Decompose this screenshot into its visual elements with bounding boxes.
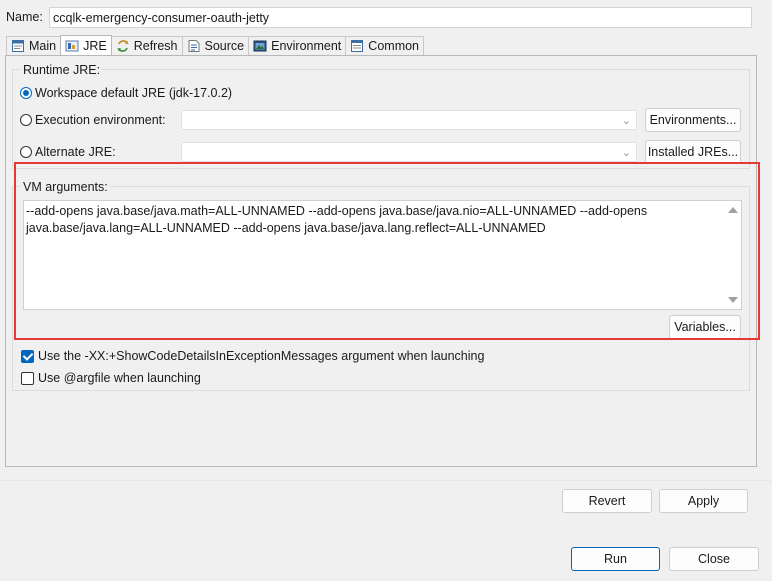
launch-configuration-dialog: Name: ccqlk-emergency-consumer-oauth-jet…: [0, 0, 772, 581]
vm-arguments-text: --add-opens java.base/java.math=ALL-UNNA…: [26, 204, 648, 235]
chevron-down-icon: ⌄: [621, 115, 631, 127]
execution-environment-label: Execution environment:: [35, 113, 166, 127]
jre-tab-icon: [65, 39, 79, 53]
alternate-jre-radio[interactable]: [20, 146, 32, 158]
main-tab-icon: [11, 39, 25, 53]
apply-button[interactable]: Apply: [659, 489, 748, 513]
execution-environment-radio[interactable]: [20, 114, 32, 126]
tab-refresh-label: Refresh: [133, 39, 178, 53]
argfile-checkbox[interactable]: [21, 371, 34, 385]
jre-tab-panel: Runtime JRE: Workspace default JRE (jdk-…: [5, 55, 757, 467]
variables-button[interactable]: Variables...: [669, 315, 741, 339]
alternate-jre-label: Alternate JRE:: [35, 145, 116, 159]
execution-environment-combo[interactable]: ⌄: [181, 110, 637, 130]
close-button[interactable]: Close: [669, 547, 759, 571]
alternate-jre-combo[interactable]: ⌄: [181, 142, 637, 162]
common-tab-icon: [350, 39, 364, 53]
tab-common-label: Common: [368, 39, 420, 53]
environment-tab-icon: [253, 39, 267, 53]
tab-common[interactable]: Common: [345, 36, 425, 55]
tab-jre[interactable]: JRE: [60, 35, 112, 55]
tab-main-label: Main: [29, 39, 57, 53]
name-input[interactable]: ccqlk-emergency-consumer-oauth-jetty: [49, 7, 752, 28]
execution-environment-option[interactable]: Execution environment:: [20, 113, 166, 127]
workspace-default-radio[interactable]: [20, 87, 32, 99]
runtime-jre-title: Runtime JRE:: [21, 63, 103, 77]
vm-arguments-scrollbar[interactable]: [725, 201, 741, 309]
tab-refresh[interactable]: Refresh: [110, 36, 183, 55]
tab-jre-label: JRE: [83, 38, 107, 53]
scroll-up-icon[interactable]: [728, 207, 738, 213]
vm-arguments-title: VM arguments:: [21, 180, 110, 194]
workspace-default-option[interactable]: Workspace default JRE (jdk-17.0.2): [20, 86, 232, 100]
show-code-details-checkbox[interactable]: [21, 349, 34, 363]
vm-arguments-textarea[interactable]: --add-opens java.base/java.math=ALL-UNNA…: [23, 200, 742, 310]
argfile-label: Use @argfile when launching: [38, 371, 201, 385]
chevron-down-icon: ⌄: [621, 147, 631, 159]
tab-main[interactable]: Main: [6, 36, 62, 55]
argfile-option[interactable]: Use @argfile when launching: [21, 371, 201, 385]
runtime-jre-group: Runtime JRE: Workspace default JRE (jdk-…: [12, 63, 750, 169]
footer-divider: [0, 480, 772, 481]
tab-source-label: Source: [204, 39, 245, 53]
show-code-details-option[interactable]: Use the -XX:+ShowCodeDetailsInExceptionM…: [21, 349, 484, 363]
tab-environment-label: Environment: [271, 39, 342, 53]
tab-environment[interactable]: Environment: [248, 36, 347, 55]
workspace-default-label: Workspace default JRE (jdk-17.0.2): [35, 86, 233, 100]
source-tab-icon: [187, 39, 201, 53]
name-label: Name:: [6, 10, 43, 24]
installed-jres-button[interactable]: Installed JREs...: [645, 140, 741, 164]
alternate-jre-option[interactable]: Alternate JRE:: [20, 145, 116, 159]
environments-button[interactable]: Environments...: [645, 108, 741, 132]
run-button[interactable]: Run: [571, 547, 660, 571]
revert-button[interactable]: Revert: [562, 489, 652, 513]
refresh-tab-icon: [116, 39, 130, 53]
config-tabs: Main JRE Refresh Source Environment Comm…: [6, 35, 425, 55]
vm-arguments-group: VM arguments: --add-opens java.base/java…: [12, 180, 750, 391]
tab-source[interactable]: Source: [181, 36, 250, 55]
scroll-down-icon[interactable]: [728, 297, 738, 303]
show-code-details-label: Use the -XX:+ShowCodeDetailsInExceptionM…: [38, 349, 485, 363]
